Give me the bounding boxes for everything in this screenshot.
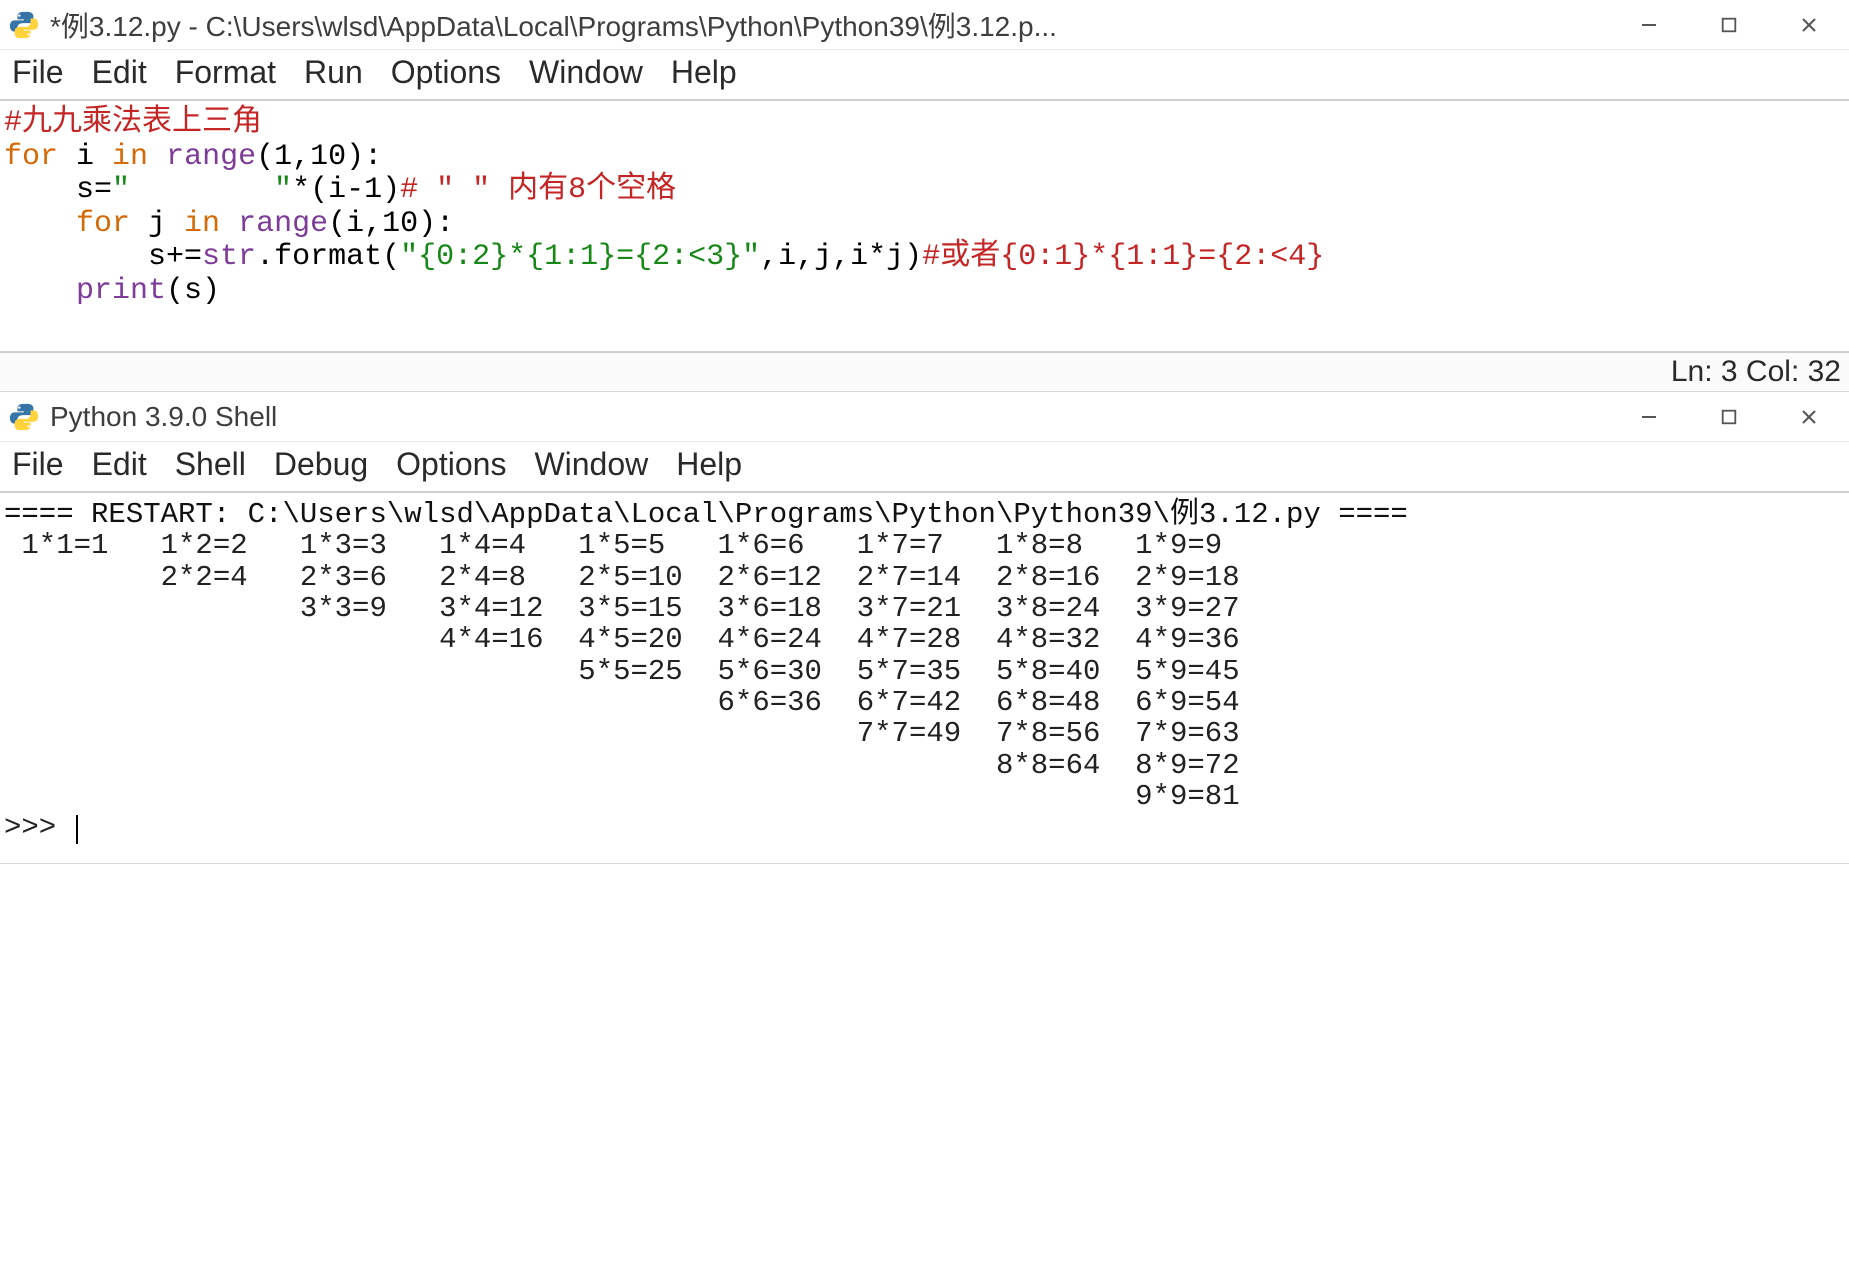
shell-output-area[interactable]: ==== RESTART: C:\Users\wlsd\AppData\Loca… bbox=[0, 493, 1849, 863]
code-keyword: in bbox=[112, 140, 148, 174]
maximize-button[interactable] bbox=[1689, 0, 1769, 50]
code-keyword: for bbox=[76, 207, 130, 241]
code-text: j bbox=[130, 207, 184, 241]
editor-statusbar: Ln: 3 Col: 32 bbox=[0, 351, 1849, 391]
editor-menubar: File Edit Format Run Options Window Help bbox=[0, 50, 1849, 101]
editor-window-controls bbox=[1609, 0, 1849, 50]
shell-output-row: 5*5=25 5*6=30 5*7=35 5*8=40 5*9=45 bbox=[4, 655, 1240, 688]
shell-output-row: 6*6=36 6*7=42 6*8=48 6*9=54 bbox=[4, 686, 1240, 719]
code-builtin: range bbox=[238, 207, 328, 241]
menu-format[interactable]: Format bbox=[175, 54, 276, 91]
shell-menubar: File Edit Shell Debug Options Window Hel… bbox=[0, 442, 1849, 493]
code-text: (i,10): bbox=[328, 207, 454, 241]
menu-edit[interactable]: Edit bbox=[92, 54, 147, 91]
menu-shell[interactable]: Shell bbox=[175, 446, 246, 483]
close-button[interactable] bbox=[1769, 392, 1849, 442]
code-comment: #九九乘法表上三角 bbox=[4, 106, 262, 140]
shell-output-row: 4*4=16 4*5=20 4*6=24 4*7=28 4*8=32 4*9=3… bbox=[4, 623, 1240, 656]
close-button[interactable] bbox=[1769, 0, 1849, 50]
editor-title: *例3.12.py - C:\Users\wlsd\AppData\Local\… bbox=[50, 5, 1609, 45]
code-indent bbox=[4, 173, 76, 207]
menu-options[interactable]: Options bbox=[396, 446, 506, 483]
shell-output-row: 7*7=49 7*8=56 7*9=63 bbox=[4, 717, 1240, 750]
shell-titlebar: Python 3.9.0 Shell bbox=[0, 392, 1849, 442]
menu-run[interactable]: Run bbox=[304, 54, 363, 91]
shell-restart-line: ==== RESTART: C:\Users\wlsd\AppData\Loca… bbox=[4, 498, 1408, 531]
shell-output-row: 2*2=4 2*3=6 2*4=8 2*5=10 2*6=12 2*7=14 2… bbox=[4, 561, 1240, 594]
maximize-button[interactable] bbox=[1689, 392, 1769, 442]
shell-output-row: 8*8=64 8*9=72 bbox=[4, 749, 1240, 782]
editor-cursor-position: Ln: 3 Col: 32 bbox=[1671, 355, 1841, 389]
code-builtin: range bbox=[166, 140, 256, 174]
code-text: (s) bbox=[166, 274, 220, 308]
menu-help[interactable]: Help bbox=[671, 54, 737, 91]
code-string: " " bbox=[112, 173, 292, 207]
python-icon bbox=[6, 7, 42, 43]
menu-debug[interactable]: Debug bbox=[274, 446, 368, 483]
shell-output-row: 3*3=9 3*4=12 3*5=15 3*6=18 3*7=21 3*8=24… bbox=[4, 592, 1240, 625]
shell-window: Python 3.9.0 Shell File Edit Shell Debug… bbox=[0, 392, 1849, 864]
shell-output-row: 1*1=1 1*2=2 1*3=3 1*4=4 1*5=5 1*6=6 1*7=… bbox=[4, 529, 1222, 562]
shell-title: Python 3.9.0 Shell bbox=[50, 401, 1609, 433]
code-text bbox=[148, 140, 166, 174]
code-text bbox=[220, 207, 238, 241]
menu-window[interactable]: Window bbox=[529, 54, 643, 91]
code-comment: # " " 内有8个空格 bbox=[400, 173, 676, 207]
code-text: .format( bbox=[256, 240, 400, 274]
code-string: "{0:2}*{1:1}={2:<3}" bbox=[400, 240, 760, 274]
menu-file[interactable]: File bbox=[12, 54, 64, 91]
shell-prompt[interactable]: >>> bbox=[4, 811, 74, 844]
code-keyword: for bbox=[4, 140, 58, 174]
menu-window[interactable]: Window bbox=[534, 446, 648, 483]
menu-help[interactable]: Help bbox=[676, 446, 742, 483]
code-text: (1,10): bbox=[256, 140, 382, 174]
code-indent bbox=[4, 274, 76, 308]
minimize-button[interactable] bbox=[1609, 392, 1689, 442]
editor-titlebar: *例3.12.py - C:\Users\wlsd\AppData\Local\… bbox=[0, 0, 1849, 50]
code-builtin: print bbox=[76, 274, 166, 308]
editor-code-area[interactable]: #九九乘法表上三角 for i in range(1,10): s=" "*(i… bbox=[0, 101, 1849, 351]
code-indent bbox=[4, 240, 148, 274]
python-icon bbox=[6, 399, 42, 435]
code-builtin: str bbox=[202, 240, 256, 274]
code-text: i bbox=[58, 140, 112, 174]
code-text: s= bbox=[76, 173, 112, 207]
code-text: s+= bbox=[148, 240, 202, 274]
code-text: *(i-1) bbox=[292, 173, 400, 207]
menu-options[interactable]: Options bbox=[391, 54, 501, 91]
editor-window: *例3.12.py - C:\Users\wlsd\AppData\Local\… bbox=[0, 0, 1849, 392]
code-keyword: in bbox=[184, 207, 220, 241]
menu-file[interactable]: File bbox=[12, 446, 64, 483]
code-text: ,i,j,i*j) bbox=[760, 240, 922, 274]
code-comment: #或者{0:1}*{1:1}={2:<4} bbox=[922, 240, 1324, 274]
code-indent bbox=[4, 207, 76, 241]
shell-window-controls bbox=[1609, 392, 1849, 442]
minimize-button[interactable] bbox=[1609, 0, 1689, 50]
shell-output-row: 9*9=81 bbox=[4, 780, 1240, 813]
menu-edit[interactable]: Edit bbox=[92, 446, 147, 483]
shell-cursor bbox=[76, 815, 78, 844]
